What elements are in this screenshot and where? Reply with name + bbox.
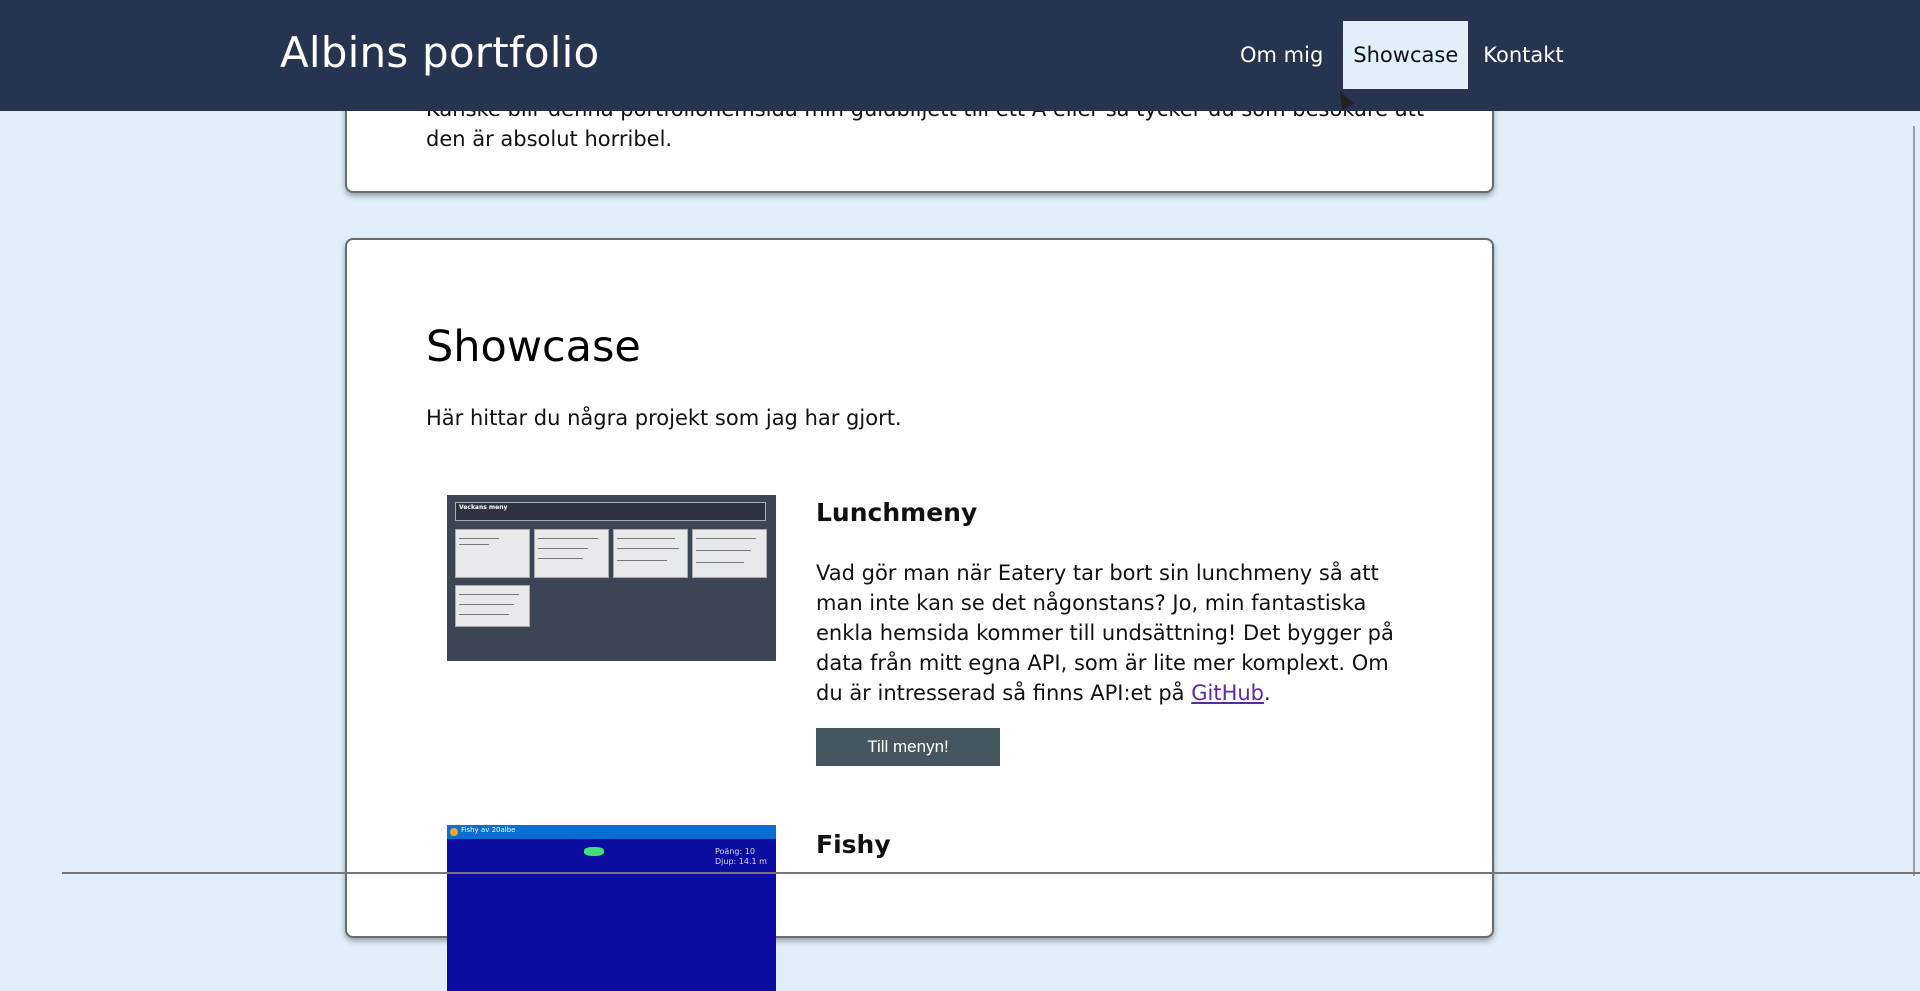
project-title-fishy: Fishy <box>816 830 891 859</box>
game-score-points: Poäng: 10 <box>715 847 755 856</box>
game-score-depth: Djup: 14.1 m <box>715 857 767 866</box>
project-desc-lunchmeny: Vad gör man när Eatery tar bort sin lunc… <box>816 558 1416 708</box>
nav-link-showcase[interactable]: Showcase <box>1343 21 1469 89</box>
scrollbar-track[interactable] <box>1903 111 1920 876</box>
fishy-screenshot: Fishy av 20albe Poäng: 10 Djup: 14.1 m <box>447 825 776 991</box>
app-icon <box>450 828 458 836</box>
nav-link-om-mig[interactable]: Om mig <box>1230 21 1333 89</box>
game-window-titlebar: Fishy av 20albe <box>447 825 776 839</box>
project-desc-end: . <box>1264 681 1271 705</box>
mini-header-title: Veckans meny <box>459 504 508 511</box>
mini-header: Veckans meny <box>455 502 766 521</box>
github-link[interactable]: GitHub <box>1191 681 1264 705</box>
mini-day-card <box>455 529 530 578</box>
scrollbar-thumb[interactable] <box>1913 126 1915 876</box>
divider <box>62 872 1920 874</box>
mini-day-card <box>534 529 609 578</box>
showcase-card: Showcase Här hittar du några projekt som… <box>345 238 1494 991</box>
showcase-intro: Här hittar du några projekt som jag har … <box>426 406 902 430</box>
game-score: Poäng: 10 Djup: 14.1 m <box>715 847 767 867</box>
main-nav: Om mig Showcase Kontakt <box>1230 21 1574 89</box>
site-header: Albins portfolio Om mig Showcase Kontakt <box>0 0 1920 111</box>
mini-day-card <box>692 529 767 578</box>
fish-icon <box>584 847 604 856</box>
mini-day-card <box>613 529 688 578</box>
showcase-heading: Showcase <box>426 322 641 372</box>
mini-day-card <box>455 585 530 627</box>
game-window-title: Fishy av 20albe <box>461 826 516 834</box>
site-title[interactable]: Albins portfolio <box>280 28 599 77</box>
till-menyn-button[interactable]: Till menyn! <box>816 728 1000 766</box>
nav-link-kontakt[interactable]: Kontakt <box>1473 21 1573 89</box>
project-title-lunchmeny: Lunchmeny <box>816 498 978 527</box>
lunchmeny-screenshot: Veckans meny <box>447 495 776 661</box>
project-desc-text: Vad gör man när Eatery tar bort sin lunc… <box>816 561 1394 705</box>
